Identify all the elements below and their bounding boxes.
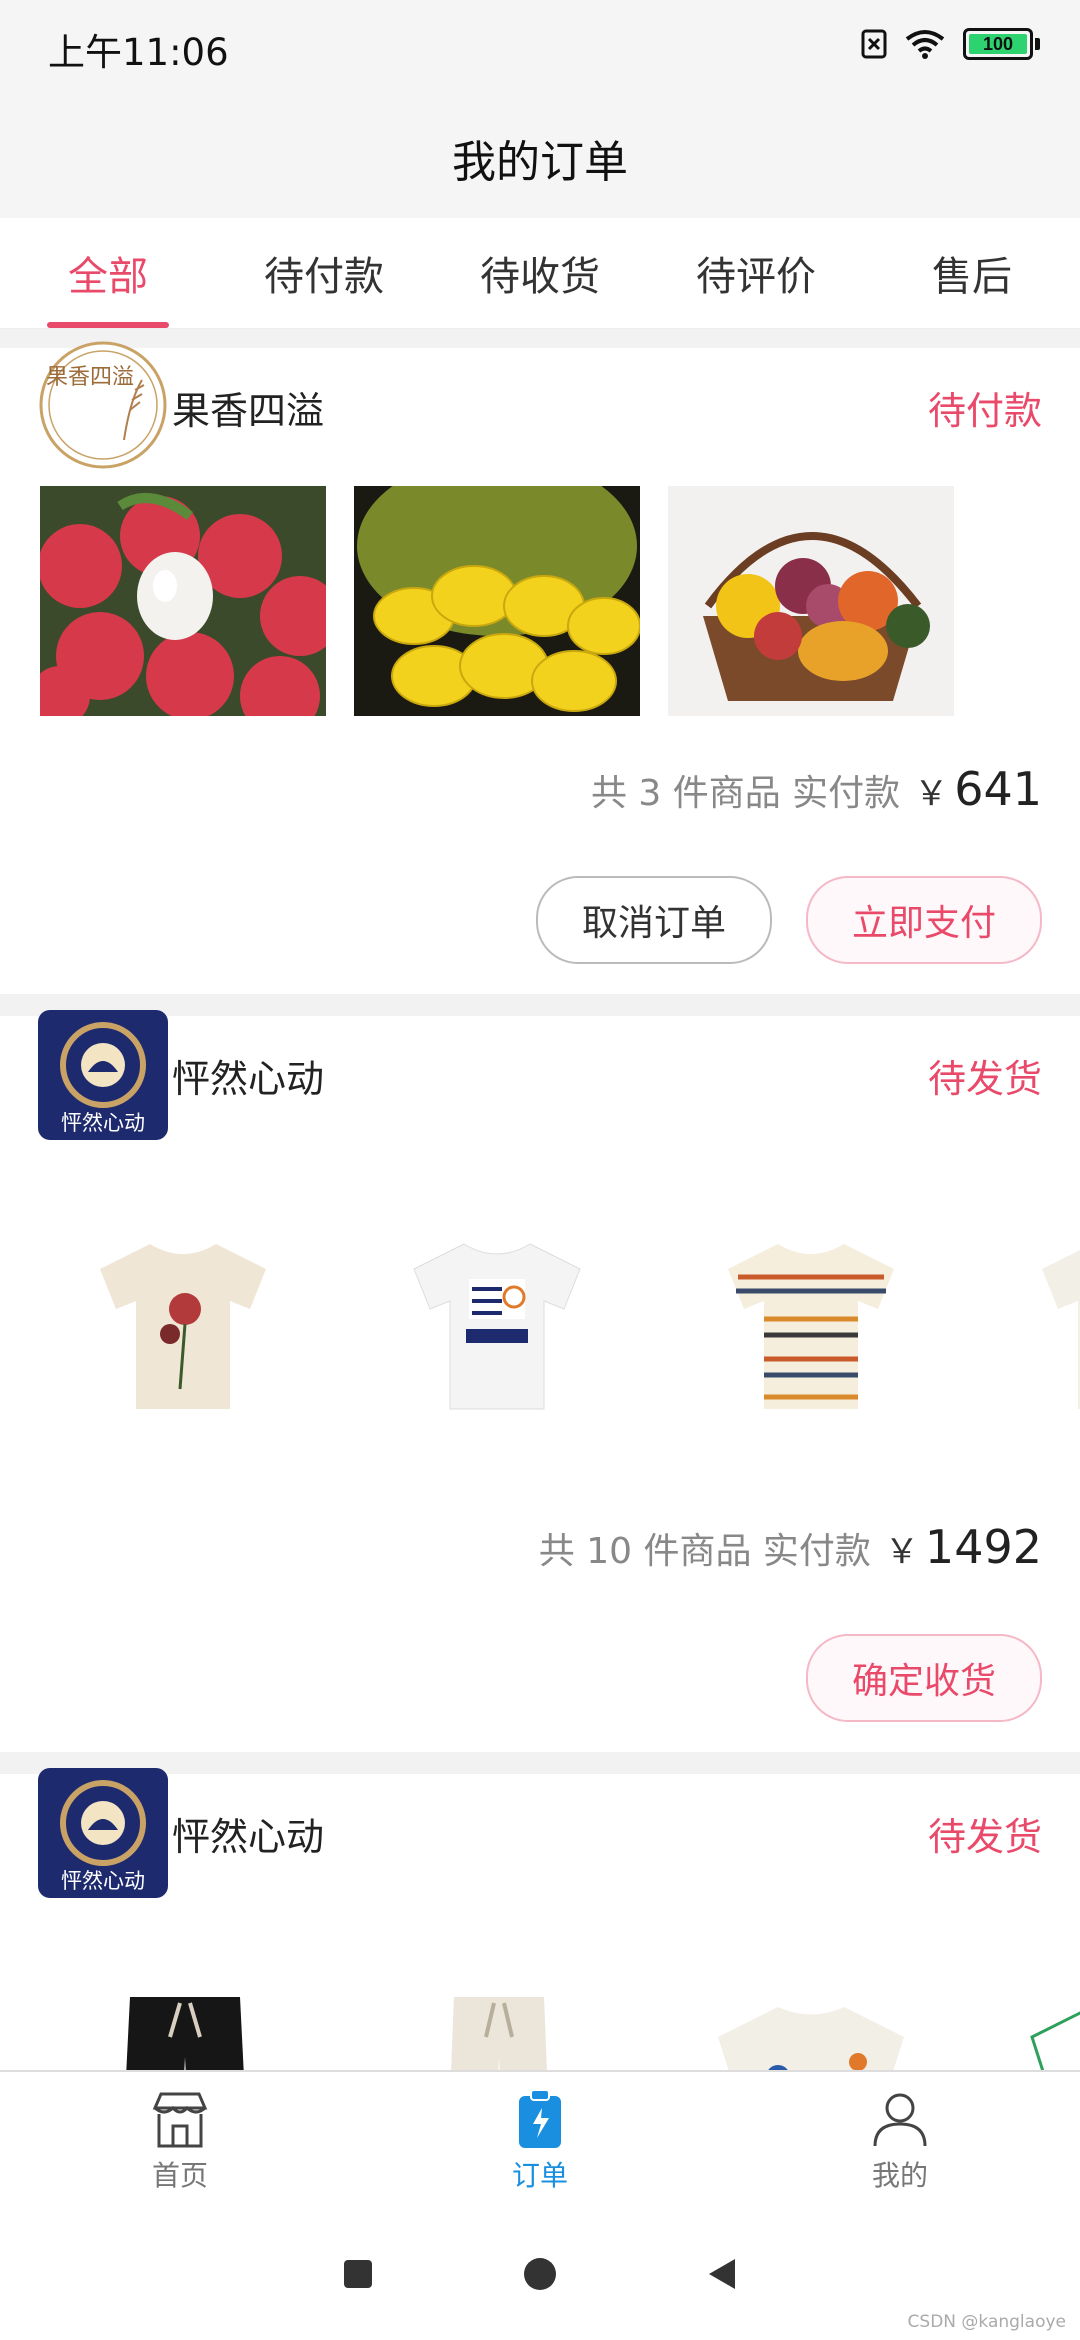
cancel-order-button[interactable]: 取消订单 — [535, 876, 772, 964]
sim-off-icon — [861, 29, 887, 59]
status-time: 上午11:06 — [48, 31, 229, 74]
order-status: 待发货 — [927, 1814, 1042, 1859]
status-icons: 100 — [861, 28, 1040, 60]
bottom-tab-profile[interactable]: 我的 — [720, 2072, 1080, 2210]
page-title: 我的订单 — [452, 137, 628, 188]
order-actions: 确定收货 — [0, 1574, 1080, 1752]
home-icon[interactable] — [523, 2257, 557, 2291]
pay-now-button[interactable]: 立即支付 — [805, 876, 1042, 964]
order-summary: 共 3 件商品 实付款 ￥ 641 — [0, 716, 1080, 816]
recent-apps-icon[interactable] — [343, 2259, 373, 2289]
wifi-icon — [905, 30, 945, 59]
order-card[interactable]: 怦然心动 怦然心动 待发货 — [0, 1010, 1080, 1752]
product-image-lychee[interactable] — [40, 486, 326, 716]
product-image-print-shirt[interactable] — [982, 1209, 1080, 1439]
shop-logo[interactable]: 果香四溢 — [38, 340, 168, 470]
shop-row: 果香四溢 果香四溢 待付款 — [0, 341, 1080, 469]
svg-text:怦然心动: 怦然心动 — [61, 1111, 145, 1135]
tab-after-sales[interactable]: 售后 — [864, 218, 1080, 328]
total-amount: 641 — [954, 762, 1042, 816]
goods-row[interactable] — [0, 1134, 1080, 1474]
order-summary: 共 10 件商品 实付款 ￥ 1492 — [0, 1474, 1080, 1574]
tab-pending-receipt[interactable]: 待收货 — [432, 218, 648, 328]
order-status: 待发货 — [927, 1056, 1042, 1101]
order-card[interactable]: 果香四溢 果香四溢 待付款 共 3 件商品 实付款 ￥ 641 取消订单 立即支… — [0, 341, 1080, 994]
product-image-fruit-basket[interactable] — [668, 486, 954, 716]
confirm-receipt-button[interactable]: 确定收货 — [805, 1634, 1042, 1722]
shop-logo[interactable]: 怦然心动 — [38, 1768, 168, 1898]
shop-name[interactable]: 怦然心动 — [172, 1806, 324, 1861]
shop-logo[interactable]: 怦然心动 — [38, 1010, 168, 1140]
bottom-tab-label: 首页 — [151, 2159, 208, 2192]
shop-name[interactable]: 果香四溢 — [172, 380, 324, 435]
nav-bar: 我的订单 — [0, 98, 1080, 218]
shop-icon — [152, 2092, 208, 2148]
total-amount: 1492 — [924, 1520, 1042, 1574]
product-image-graphic-tshirt[interactable] — [354, 1209, 640, 1439]
battery-icon: 100 — [963, 28, 1033, 60]
order-actions: 取消订单 立即支付 — [0, 816, 1080, 994]
product-image-jackfruit[interactable] — [354, 486, 640, 716]
bottom-tab-orders[interactable]: 订单 — [360, 2072, 720, 2210]
bottom-tab-label: 我的 — [871, 2159, 928, 2192]
order-tabs: 全部 待付款 待收货 待评价 售后 — [0, 218, 1080, 329]
order-status: 待付款 — [927, 388, 1042, 433]
clipboard-icon — [519, 2089, 561, 2148]
shop-row: 怦然心动 怦然心动 待发货 — [0, 1010, 1080, 1140]
svg-text:果香四溢: 果香四溢 — [46, 365, 134, 390]
currency-symbol: ￥ — [914, 774, 949, 814]
shop-row: 怦然心动 怦然心动 待发货 — [0, 1768, 1080, 1898]
watermark: CSDN @kanglaoye — [907, 2312, 1066, 2332]
shop-name[interactable]: 怦然心动 — [172, 1048, 324, 1103]
product-image-floral-tshirt[interactable] — [40, 1209, 326, 1439]
tab-pending-review[interactable]: 待评价 — [648, 218, 864, 328]
back-icon[interactable] — [707, 2257, 737, 2291]
order-list: 果香四溢 果香四溢 待付款 共 3 件商品 实付款 ￥ 641 取消订单 立即支… — [0, 341, 1080, 2254]
person-icon — [873, 2093, 927, 2147]
summary-text: 共 3 件商品 实付款 — [590, 773, 901, 814]
goods-row[interactable] — [0, 466, 1080, 716]
battery-level: 100 — [982, 33, 1014, 54]
status-bar: 上午11:06 100 — [0, 0, 1080, 98]
svg-text:怦然心动: 怦然心动 — [61, 1869, 145, 1893]
summary-text: 共 10 件商品 实付款 — [538, 1531, 871, 1572]
currency-symbol: ￥ — [884, 1532, 919, 1572]
tab-all[interactable]: 全部 — [0, 218, 216, 328]
bottom-tab-label: 订单 — [511, 2159, 568, 2192]
bottom-tab-home[interactable]: 首页 — [0, 2072, 360, 2210]
tab-pending-payment[interactable]: 待付款 — [216, 218, 432, 328]
product-image-striped-tshirt[interactable] — [668, 1209, 954, 1439]
bottom-tab-bar: 首页 订单 我的 — [0, 2070, 1080, 2210]
